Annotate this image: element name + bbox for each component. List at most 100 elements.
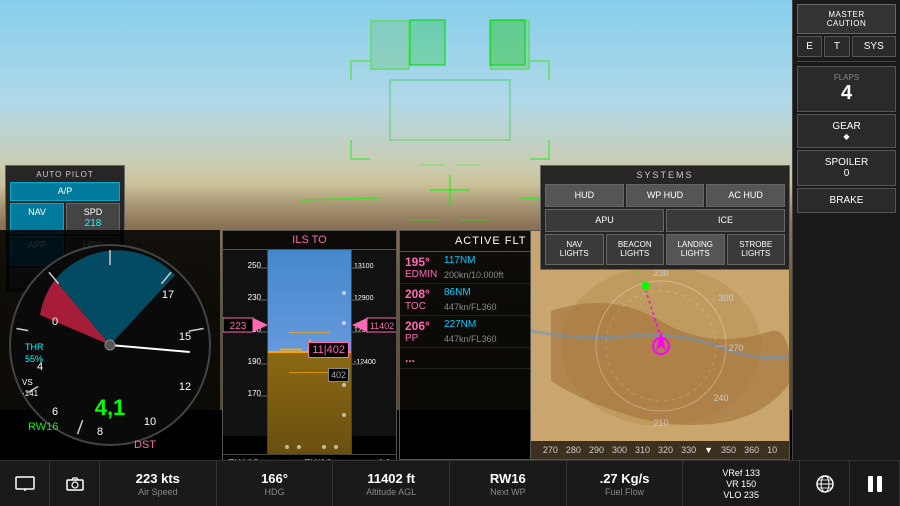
heading-label: HDG bbox=[265, 487, 285, 497]
nextwp-value: RW16 bbox=[490, 471, 526, 486]
hud-button[interactable]: HUD bbox=[545, 184, 624, 207]
ice-button[interactable]: ICE bbox=[666, 209, 785, 232]
altitude-value: 11402 ft bbox=[367, 471, 415, 486]
beacon-lights-button[interactable]: BEACON LIGHTS bbox=[606, 234, 665, 265]
vref-display: VRef 133 VR 150 VLO 235 bbox=[683, 461, 800, 506]
alt-readout2: 402 bbox=[328, 368, 349, 382]
svg-text:170: 170 bbox=[248, 389, 262, 398]
nextwp-label: Next WP bbox=[490, 487, 526, 497]
alt-svg: 13100 12900 12500 -12400 11402 bbox=[352, 250, 396, 436]
autopilot-title: AUTO PILOT bbox=[10, 170, 120, 179]
strobe-lights-button[interactable]: STROBE LIGHTS bbox=[727, 234, 786, 265]
svg-text:VS: VS bbox=[22, 378, 33, 387]
heading-value: 166° bbox=[261, 471, 288, 486]
svg-text:RW16: RW16 bbox=[28, 421, 58, 433]
svg-text:12900: 12900 bbox=[354, 295, 374, 302]
systems-row2: APU ICE bbox=[545, 209, 785, 232]
systems-panel: SYSTEMS HUD WP HUD AC HUD APU ICE NAV LI… bbox=[540, 165, 790, 270]
nav-button[interactable]: NAV bbox=[10, 203, 64, 234]
gear-button[interactable]: GEAR ◆ bbox=[797, 114, 896, 148]
ils-ground bbox=[268, 352, 351, 454]
svg-text:223: 223 bbox=[230, 321, 247, 332]
flt-hdg-3: 206° bbox=[405, 319, 440, 333]
svg-text:300: 300 bbox=[718, 293, 733, 303]
vref-value: VRef 133 bbox=[722, 468, 760, 478]
wp-hud-button[interactable]: WP HUD bbox=[626, 184, 705, 207]
svg-text:10: 10 bbox=[144, 416, 156, 428]
airspeed-label: Air Speed bbox=[138, 487, 178, 497]
airspeed-svg: 0 4 6 8 10 12 15 17 THR 55% VS ·141 RW16… bbox=[0, 230, 220, 460]
ils-body: 250 230 210 190 170 223 bbox=[223, 250, 396, 454]
ils-dot-1 bbox=[342, 291, 346, 295]
nav-lights-button[interactable]: NAV LIGHTS bbox=[545, 234, 604, 265]
systems-row1: HUD WP HUD AC HUD bbox=[545, 184, 785, 207]
fuel-display: .27 Kg/s Fuel Flow bbox=[567, 461, 684, 506]
pause-icon[interactable] bbox=[850, 461, 900, 506]
svg-text:270: 270 bbox=[728, 343, 743, 353]
hud-bracket bbox=[350, 60, 550, 160]
fuel-value: .27 Kg/s bbox=[600, 471, 650, 486]
svg-text:4,1: 4,1 bbox=[95, 395, 126, 420]
svg-text:-12400: -12400 bbox=[354, 359, 376, 366]
spoiler-button[interactable]: SPOILER 0 bbox=[797, 150, 896, 186]
vlo-value: VLO 235 bbox=[723, 490, 759, 500]
ils-dot-h3 bbox=[322, 445, 326, 449]
svg-text:55%: 55% bbox=[25, 354, 43, 364]
ac-hud-button[interactable]: AC HUD bbox=[706, 184, 785, 207]
sys-button[interactable]: SYS bbox=[852, 36, 897, 57]
t-button[interactable]: T bbox=[824, 36, 849, 57]
svg-text:15: 15 bbox=[179, 331, 191, 343]
svg-text:6: 6 bbox=[52, 406, 58, 418]
ils-adi: 11|402 402 bbox=[268, 250, 351, 454]
ap-button[interactable]: A/P bbox=[10, 182, 120, 201]
e-button[interactable]: E bbox=[797, 36, 822, 57]
bracket-tl bbox=[350, 60, 370, 80]
svg-text:DST: DST bbox=[134, 439, 156, 451]
pitch-bar-2 bbox=[310, 332, 331, 333]
pitch-bar-3 bbox=[289, 372, 310, 373]
ils-panel: ILS TO 250 230 210 190 170 223 bbox=[222, 230, 397, 460]
altitude-label: Altitude AGL bbox=[366, 487, 416, 497]
ils-dot-3 bbox=[342, 383, 346, 387]
heading-display: 166° HDG bbox=[217, 461, 334, 506]
svg-text:11402: 11402 bbox=[370, 321, 394, 331]
systems-title: SYSTEMS bbox=[545, 170, 785, 180]
vsi-svg: 250 230 210 190 170 223 bbox=[223, 250, 268, 436]
svg-text:230: 230 bbox=[248, 293, 262, 302]
svg-text:240: 240 bbox=[713, 393, 728, 403]
vr-value: VR 150 bbox=[726, 479, 756, 489]
brake-button[interactable]: BRAKE bbox=[797, 188, 896, 213]
flt-hdg-4: ... bbox=[405, 351, 440, 365]
spd-button[interactable]: SPD 218 bbox=[66, 203, 120, 234]
flt-hdg-2: 208° bbox=[405, 287, 440, 301]
altitude-display: 11402 ft Altitude AGL bbox=[333, 461, 450, 506]
vsi-tape: 250 230 210 190 170 223 bbox=[223, 250, 268, 454]
monitor-icon[interactable] bbox=[0, 461, 50, 506]
apu-button[interactable]: APU bbox=[545, 209, 664, 232]
svg-text:·141: ·141 bbox=[22, 389, 39, 398]
right-sidebar: MASTER CAUTION E T SYS FLAPS 4 GEAR ◆ SP… bbox=[792, 0, 900, 506]
flaps-button[interactable]: FLAPS 4 bbox=[797, 66, 896, 112]
fuel-label: Fuel Flow bbox=[605, 487, 644, 497]
landing-lights-button[interactable]: LANDING LIGHTS bbox=[666, 234, 725, 265]
et-box: E T SYS bbox=[797, 36, 896, 57]
airspeed-display: 223 kts Air Speed bbox=[100, 461, 217, 506]
svg-text:13100: 13100 bbox=[354, 263, 374, 270]
airspeed-gauge: 0 4 6 8 10 12 15 17 THR 55% VS ·141 RW16… bbox=[0, 230, 220, 460]
bracket-tr bbox=[530, 60, 550, 80]
svg-text:THR: THR bbox=[25, 342, 44, 352]
sidebar-sep-1 bbox=[797, 61, 896, 62]
svg-text:210: 210 bbox=[653, 418, 668, 428]
ils-title: ILS TO bbox=[223, 231, 396, 250]
master-caution-button[interactable]: MASTER CAUTION bbox=[797, 4, 896, 34]
globe-icon[interactable] bbox=[800, 461, 850, 506]
pitch-bar-1 bbox=[289, 332, 310, 333]
ils-sky bbox=[268, 250, 351, 352]
airspeed-value: 223 kts bbox=[136, 471, 180, 486]
bottom-bar: 223 kts Air Speed 166° HDG 11402 ft Alti… bbox=[0, 460, 900, 506]
bracket-br bbox=[530, 140, 550, 160]
camera-icon[interactable] bbox=[50, 461, 100, 506]
sidebar-spacer bbox=[797, 215, 896, 475]
svg-text:190: 190 bbox=[248, 357, 262, 366]
svg-text:17: 17 bbox=[162, 289, 174, 301]
